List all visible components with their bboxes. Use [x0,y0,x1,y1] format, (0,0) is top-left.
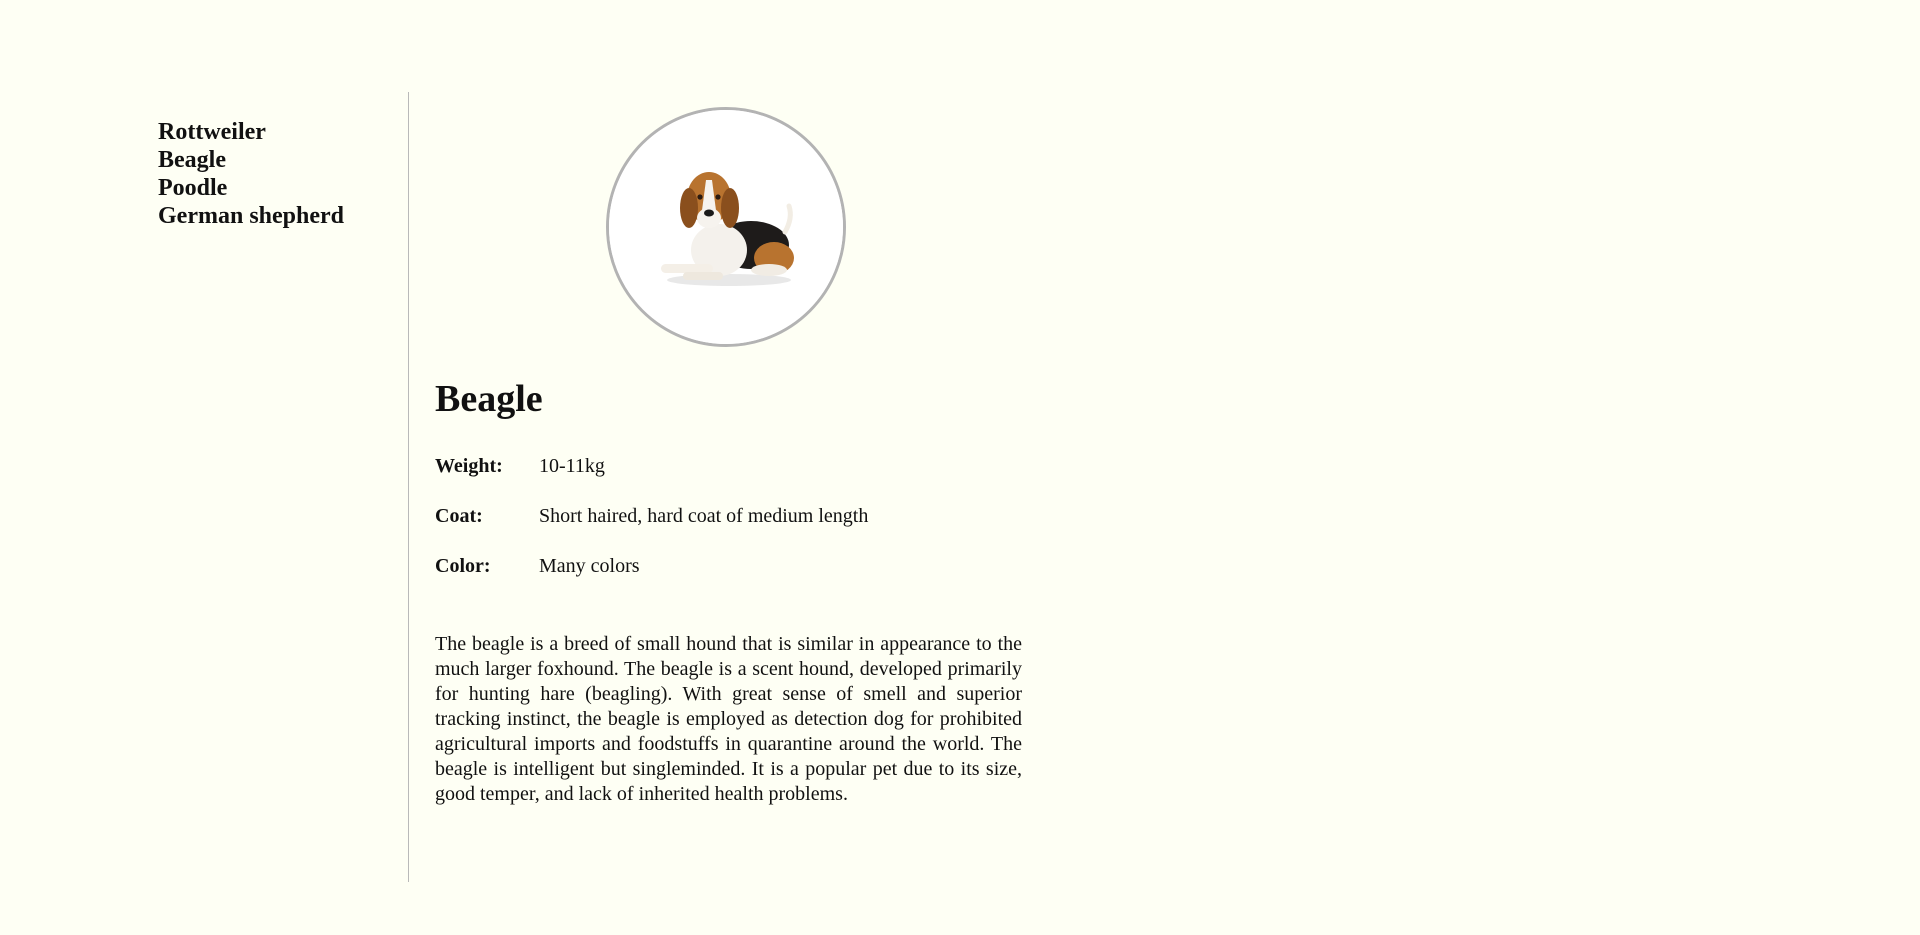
spec-color-value: Many colors [539,555,640,577]
sidebar-item-german-shepherd[interactable]: German shepherd [158,202,398,230]
beagle-image [609,110,843,344]
spec-color: Color: Many colors [435,552,640,580]
spec-color-label: Color: [435,555,491,577]
spec-coat: Coat: Short haired, hard coat of medium l… [435,502,868,530]
breed-nav: Rottweiler Beagle Poodle German shepherd [158,118,398,230]
breed-description: The beagle is a breed of small hound tha… [435,633,1022,805]
spec-coat-value: Short haired, hard coat of medium length [539,505,869,527]
spec-weight-value: 10-11kg [539,455,605,477]
page: Rottweiler Beagle Poodle German shepherd [0,0,1920,935]
spec-weight: Weight: 10-11kg [435,452,605,480]
vertical-divider [408,92,409,882]
breed-photo [606,107,846,347]
sidebar-item-rottweiler[interactable]: Rottweiler [158,118,398,146]
spec-coat-label: Coat: [435,505,483,527]
spec-weight-label: Weight: [435,455,503,477]
sidebar-item-poodle[interactable]: Poodle [158,174,398,202]
breed-title: Beagle [435,378,543,420]
sidebar-item-beagle[interactable]: Beagle [158,146,398,174]
